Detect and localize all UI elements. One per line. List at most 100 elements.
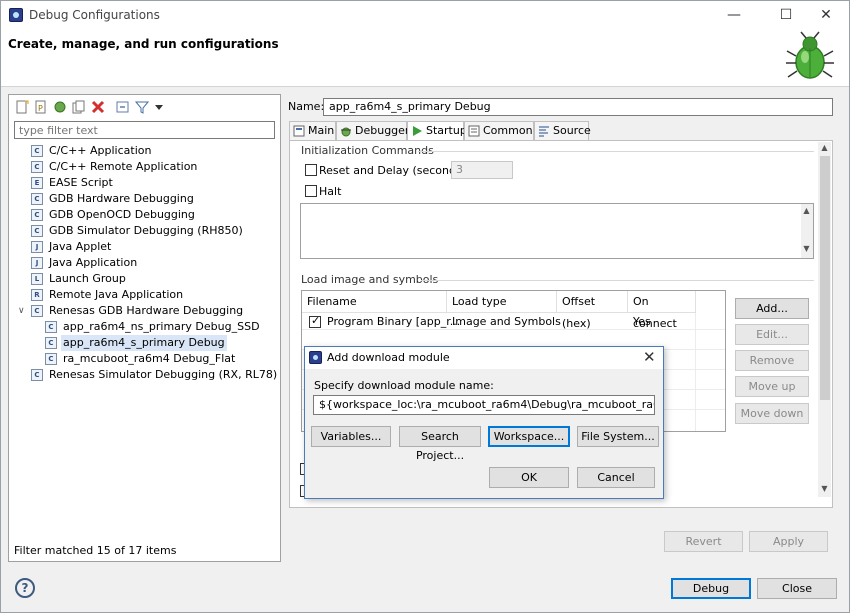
search-project-button[interactable]: Search Project... xyxy=(399,426,481,462)
column-header-offset[interactable]: Offset (hex) xyxy=(557,291,628,330)
help-icon[interactable]: ? xyxy=(15,578,35,598)
scroll-down-icon[interactable]: ▼ xyxy=(819,484,830,496)
debug-button[interactable]: Debug xyxy=(671,578,751,599)
revert-button[interactable]: Revert xyxy=(664,531,743,552)
config-type-icon: C xyxy=(31,209,43,221)
config-type-icon: C xyxy=(45,353,57,365)
reset-delay-checkbox[interactable] xyxy=(305,164,317,176)
column-header-load-type[interactable]: Load type xyxy=(447,291,557,313)
debug-configurations-window: Debug Configurations — ☐ ✕ Create, manag… xyxy=(0,0,850,613)
new-configuration-icon[interactable] xyxy=(15,100,29,114)
halt-checkbox[interactable] xyxy=(305,185,317,197)
group-divider xyxy=(421,280,814,281)
group-divider xyxy=(418,151,814,152)
reset-delay-input[interactable]: 3 xyxy=(451,161,513,179)
cancel-button[interactable]: Cancel xyxy=(577,467,655,488)
add-download-module-dialog: Add download module ✕ Specify download m… xyxy=(304,346,664,499)
cell-load-type[interactable]: Image and Symbols xyxy=(452,314,561,330)
title-bar: Debug Configurations — ☐ ✕ xyxy=(1,1,849,29)
download-module-prompt: Specify download module name: xyxy=(314,379,494,392)
move-up-button[interactable]: Move up xyxy=(735,376,809,397)
row-enabled-checkbox[interactable] xyxy=(309,314,321,328)
config-type-icon: J xyxy=(31,241,43,253)
config-type-icon: L xyxy=(31,273,43,285)
name-label: Name: xyxy=(288,100,325,113)
app-icon xyxy=(9,8,23,22)
add-button[interactable]: Add... xyxy=(735,298,809,319)
load-image-group-title: Load image and symbols xyxy=(301,273,439,286)
column-header-on-connect[interactable]: On connect xyxy=(628,291,696,330)
config-type-icon: C xyxy=(45,337,57,349)
scrollbar-thumb[interactable] xyxy=(820,156,830,400)
close-icon[interactable]: ✕ xyxy=(643,348,656,366)
config-type-icon: E xyxy=(31,177,43,189)
column-divider xyxy=(695,313,696,431)
halt-label: Halt xyxy=(319,185,342,198)
common-tab-icon xyxy=(468,125,480,137)
debugger-tab-icon xyxy=(341,127,351,137)
config-type-icon: J xyxy=(31,257,43,269)
ok-button[interactable]: OK xyxy=(489,467,569,488)
config-type-icon: C xyxy=(31,369,43,381)
config-type-icon: C xyxy=(31,305,43,317)
svg-text:P: P xyxy=(38,104,43,113)
dialog-header: Create, manage, and run configurations xyxy=(1,29,849,87)
dialog-title-bar: Add download module ✕ xyxy=(305,347,663,369)
expanded-chevron-icon[interactable]: ∨ xyxy=(18,303,25,319)
move-down-button[interactable]: Move down xyxy=(735,403,809,424)
tab-source[interactable]: Source xyxy=(534,121,591,140)
startup-tab-icon xyxy=(413,126,422,136)
config-toolbar: P xyxy=(12,98,272,116)
config-type-icon: R xyxy=(31,289,43,301)
new-prototype-icon[interactable]: P xyxy=(34,100,48,114)
tab-debugger[interactable]: Debugger xyxy=(336,121,409,140)
close-button[interactable]: Close xyxy=(757,578,837,599)
config-type-icon: C xyxy=(31,161,43,173)
collapse-all-icon[interactable] xyxy=(116,100,130,114)
cell-filename[interactable]: Program Binary [app_r... xyxy=(327,314,460,330)
filter-input[interactable] xyxy=(14,121,275,139)
textarea-scrollbar[interactable]: ▲ ▼ xyxy=(801,204,813,258)
chevron-down-icon[interactable] xyxy=(152,100,166,114)
column-header-filename[interactable]: Filename xyxy=(302,291,447,313)
close-icon[interactable]: ✕ xyxy=(803,1,849,29)
scroll-down-icon[interactable]: ▼ xyxy=(801,244,812,256)
source-tab-icon xyxy=(539,126,549,137)
tab-content-scrollbar[interactable]: ▲ ▼ xyxy=(818,142,831,497)
init-commands-group-title: Initialization Commands xyxy=(301,144,434,157)
name-field[interactable]: app_ra6m4_s_primary Debug xyxy=(323,98,833,116)
duplicate-icon[interactable] xyxy=(72,100,86,114)
page-title: Create, manage, and run configurations xyxy=(8,37,279,51)
filter-icon[interactable] xyxy=(135,100,149,114)
apply-button[interactable]: Apply xyxy=(749,531,828,552)
cell-on-connect[interactable]: Yes xyxy=(633,314,651,330)
workspace-button[interactable]: Workspace... xyxy=(488,426,570,447)
delete-icon[interactable] xyxy=(91,100,105,114)
dialog-title: Add download module xyxy=(327,351,450,364)
minimize-icon[interactable]: — xyxy=(711,1,757,29)
config-type-icon: C xyxy=(45,321,57,333)
export-configuration-icon[interactable] xyxy=(53,100,67,114)
tab-common[interactable]: Common xyxy=(464,121,534,140)
tab-startup[interactable]: Startup xyxy=(407,121,467,140)
config-type-icon: C xyxy=(31,193,43,205)
config-type-icon: C xyxy=(31,225,43,237)
debug-bug-icon xyxy=(786,31,834,79)
reset-delay-label: Reset and Delay (seconds): xyxy=(319,164,470,177)
init-commands-textarea[interactable]: ▲ ▼ xyxy=(300,203,814,259)
screen: Debug Configurations — ☐ ✕ Create, manag… xyxy=(0,0,850,613)
tab-main[interactable]: Main xyxy=(289,121,336,140)
file-system-button[interactable]: File System... xyxy=(577,426,659,447)
remove-button[interactable]: Remove xyxy=(735,350,809,371)
scroll-up-icon[interactable]: ▲ xyxy=(819,143,830,155)
dialog-app-icon xyxy=(309,351,322,364)
configuration-list-panel: P CC/C++ Application CC/C++ Remote Appli… xyxy=(8,94,281,562)
download-module-input[interactable]: ${workspace_loc:\ra_mcuboot_ra6m4\Debug\… xyxy=(313,395,655,415)
variables-button[interactable]: Variables... xyxy=(311,426,391,447)
main-tab-icon xyxy=(293,125,305,137)
scroll-up-icon[interactable]: ▲ xyxy=(801,206,812,218)
edit-button[interactable]: Edit... xyxy=(735,324,809,345)
filter-status: Filter matched 15 of 17 items xyxy=(14,544,177,557)
config-type-icon: C xyxy=(31,145,43,157)
window-title: Debug Configurations xyxy=(29,8,160,22)
